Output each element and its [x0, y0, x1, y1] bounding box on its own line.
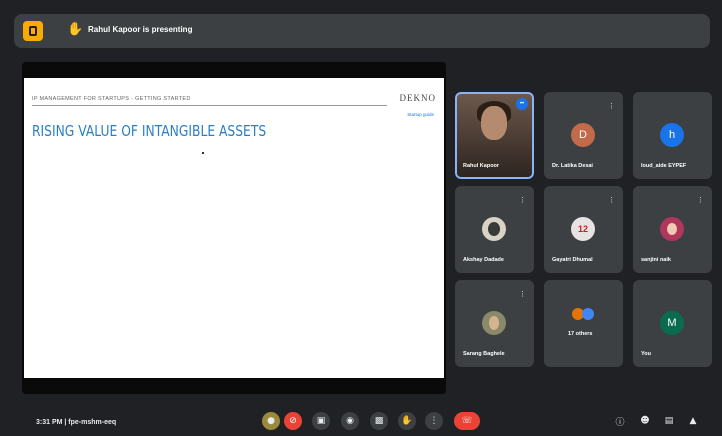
participant-name: Sarang Baghele: [463, 351, 505, 357]
mic-muted-icon: ⋮: [697, 196, 704, 204]
others-avatar-2: [582, 308, 594, 320]
self-avatar-icon: ●: [262, 412, 280, 430]
activities-icon[interactable]: ▲: [684, 412, 702, 430]
presenting-hand-icon: ✋: [67, 22, 84, 37]
mic-muted-icon: ⋮: [608, 196, 615, 204]
mic-muted-icon: ⋮: [519, 196, 526, 204]
slide-title: RISING VALUE OF INTANGIBLE ASSETS: [32, 122, 267, 140]
participant-name: Dr. Latika Desai: [552, 163, 593, 169]
participant-tile[interactable]: ⋮ Sarang Baghele: [455, 280, 534, 367]
participant-avatar: h: [660, 123, 684, 147]
participant-avatar: D: [571, 123, 595, 147]
people-icon[interactable]: ☻: [636, 412, 654, 430]
participant-name: Gayatri Dhumal: [552, 257, 593, 263]
participant-name: You: [641, 351, 651, 357]
slide-brand-sub: Startup guide: [407, 112, 434, 117]
participant-tile[interactable]: ⋮ D Dr. Latika Desai: [544, 92, 623, 179]
leave-call-button[interactable]: ☏: [454, 412, 480, 430]
chat-icon[interactable]: ▤: [660, 412, 678, 430]
participant-avatar: [482, 311, 506, 335]
participant-name: sanjini naik: [641, 257, 671, 263]
participant-others-label: 17 others: [568, 331, 593, 337]
participant-name: Rahul Kapoor: [463, 163, 500, 169]
participant-tile[interactable]: 17 others: [544, 280, 623, 367]
participant-avatar: [660, 217, 684, 241]
slide-brand: DEKNO: [399, 93, 436, 103]
participant-name: Akshay Dadade: [463, 257, 504, 263]
participant-avatar: M: [660, 311, 684, 335]
raise-hand-button[interactable]: ✋: [398, 412, 416, 430]
participant-avatar: 12: [571, 217, 595, 241]
participant-tile[interactable]: •• Rahul Kapoor: [455, 92, 534, 179]
control-bar: 3:31 PM | fpe-mshm-eeq ● ⊘ ▣ ◉ ▩ ✋ ⋮ ☏ ⓘ…: [0, 395, 722, 436]
captions-button[interactable]: ◉: [341, 412, 359, 430]
present-screen-button[interactable]: ▩: [370, 412, 388, 430]
meet-logo-icon: [23, 21, 43, 41]
participant-tile[interactable]: h loud_aide EYPEF: [633, 92, 712, 179]
participant-avatar: [482, 217, 506, 241]
slide-divider: [32, 105, 387, 106]
participant-tile[interactable]: ⋮ 12 Gayatri Dhumal: [544, 186, 623, 273]
more-options-button[interactable]: ⋮: [425, 412, 443, 430]
mic-muted-icon: ⋮: [608, 102, 615, 110]
participant-tile[interactable]: ⋮ sanjini naik: [633, 186, 712, 273]
presentation-slide[interactable]: IP MANAGEMENT FOR STARTUPS - GETTING STA…: [24, 78, 444, 378]
meeting-time-code: 3:31 PM | fpe-mshm-eeq: [36, 419, 117, 426]
presenting-text: Rahul Kapoor is presenting: [88, 25, 193, 34]
slide-header: IP MANAGEMENT FOR STARTUPS - GETTING STA…: [32, 96, 191, 102]
info-icon[interactable]: ⓘ: [611, 412, 629, 430]
mic-off-button[interactable]: ⊘: [284, 412, 302, 430]
participant-tile[interactable]: ⋮ Akshay Dadade: [455, 186, 534, 273]
camera-button[interactable]: ▣: [312, 412, 330, 430]
participant-tile-self[interactable]: M You: [633, 280, 712, 367]
mic-muted-icon: ⋮: [519, 290, 526, 298]
presenting-banner: ✋ Rahul Kapoor is presenting: [14, 14, 710, 48]
mouse-pointer-icon: [202, 152, 204, 154]
participant-name: loud_aide EYPEF: [641, 163, 687, 169]
